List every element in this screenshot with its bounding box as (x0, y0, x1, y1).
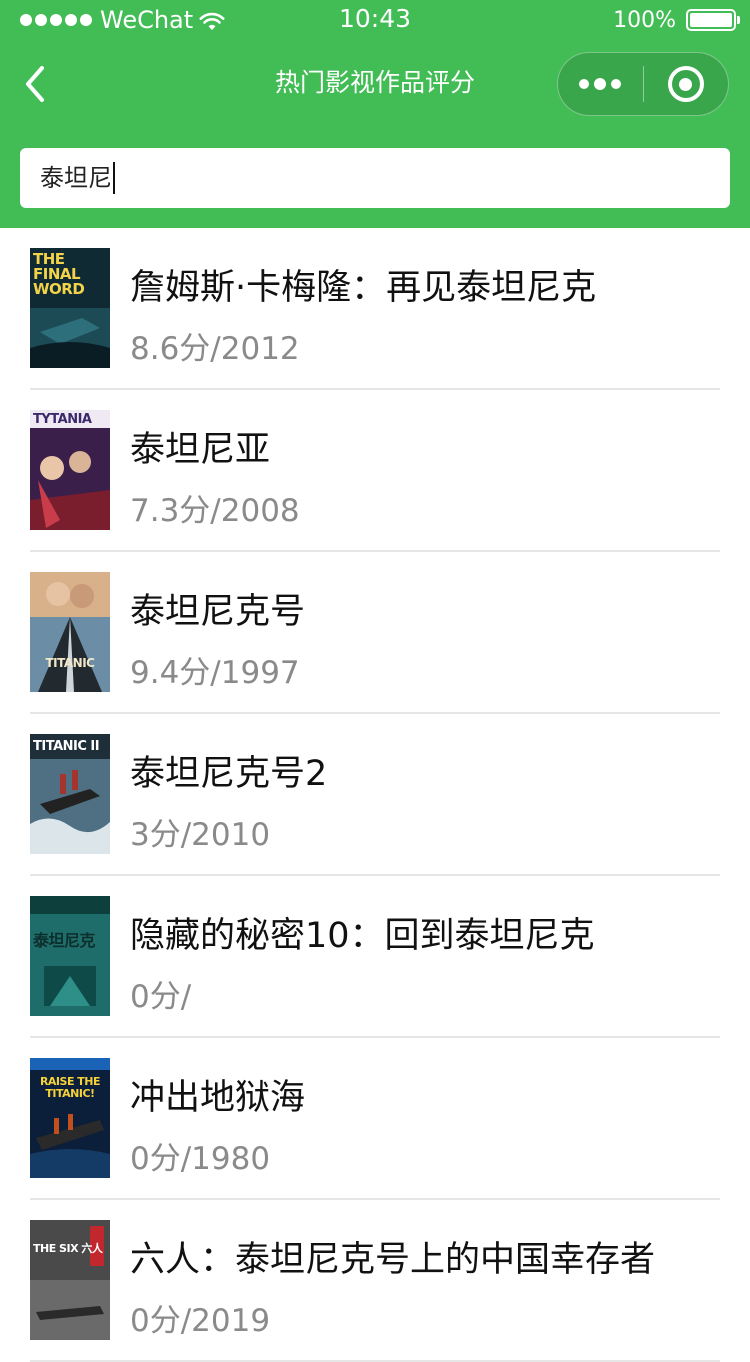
list-item[interactable]: TYTANIA 泰坦尼亚 7.3分/2008 (30, 390, 720, 552)
search-input[interactable]: 泰坦尼 (20, 148, 730, 208)
list-item[interactable]: 泰坦尼克 隐藏的秘密10：回到泰坦尼克 0分/ (30, 876, 720, 1038)
list-item[interactable]: THE FINAL WORD 詹姆斯·卡梅隆：再见泰坦尼克 8.6分/2012 (30, 228, 720, 390)
close-button[interactable] (644, 53, 729, 115)
movie-poster: RAISE THE TITANIC! (30, 1058, 110, 1178)
poster-caption: RAISE THE TITANIC! (39, 1075, 101, 1100)
poster-caption: 泰坦尼克 (33, 931, 96, 950)
movie-rating-year: 0分/2019 (130, 1303, 271, 1339)
poster-caption: TITANIC (45, 656, 95, 670)
mini-program-capsule (557, 52, 729, 116)
poster-caption: TITANIC II (33, 739, 100, 754)
list-item[interactable]: RAISE THE TITANIC! 冲出地狱海 0分/1980 (30, 1038, 720, 1200)
movie-poster: TITANIC (30, 572, 110, 692)
movie-poster: THE SIX 六人 (30, 1220, 110, 1340)
list-item[interactable]: TITANIC 泰坦尼克号 9.4分/1997 (30, 552, 720, 714)
battery-icon (686, 9, 740, 31)
poster-caption: THE FINAL WORD (33, 250, 85, 298)
movie-poster: TITANIC II (30, 734, 110, 854)
search-input-value: 泰坦尼 (40, 164, 112, 192)
movie-rating-year: 8.6分/2012 (130, 331, 300, 367)
movie-list: THE FINAL WORD 詹姆斯·卡梅隆：再见泰坦尼克 8.6分/2012 … (0, 228, 750, 1362)
movie-rating-year: 7.3分/2008 (130, 493, 300, 529)
movie-title: 冲出地狱海 (130, 1078, 306, 1118)
movie-title: 泰坦尼克号 (130, 592, 306, 632)
target-close-icon (667, 66, 704, 102)
movie-title: 隐藏的秘密10：回到泰坦尼克 (130, 916, 595, 956)
movie-title: 六人：泰坦尼克号上的中国幸存者 (130, 1240, 656, 1280)
movie-rating-year: 0分/ (130, 979, 192, 1015)
status-right: 100% (613, 6, 740, 34)
movie-title: 泰坦尼亚 (130, 430, 271, 470)
movie-title: 泰坦尼克号2 (130, 754, 328, 794)
list-item[interactable]: THE SIX 六人 六人：泰坦尼克号上的中国幸存者 0分/2019 (30, 1200, 720, 1362)
more-button[interactable] (558, 53, 643, 115)
text-caret (113, 162, 115, 194)
movie-rating-year: 9.4分/1997 (130, 655, 300, 691)
list-item[interactable]: TITANIC II 泰坦尼克号2 3分/2010 (30, 714, 720, 876)
poster-caption: THE SIX 六人 (33, 1242, 103, 1255)
movie-poster: TYTANIA (30, 410, 110, 530)
movie-rating-year: 3分/2010 (130, 817, 271, 853)
battery-percentage: 100% (613, 7, 676, 33)
navigation-bar: 热门影视作品评分 (0, 44, 750, 124)
more-dots-icon (579, 79, 590, 89)
status-bar: WeChat 10:43 100% (0, 0, 750, 40)
movie-poster: 泰坦尼克 (30, 896, 110, 1016)
movie-title: 詹姆斯·卡梅隆：再见泰坦尼克 (130, 268, 597, 308)
poster-caption: TYTANIA (33, 412, 92, 427)
movie-poster: THE FINAL WORD (30, 248, 110, 368)
movie-rating-year: 0分/1980 (130, 1141, 271, 1177)
